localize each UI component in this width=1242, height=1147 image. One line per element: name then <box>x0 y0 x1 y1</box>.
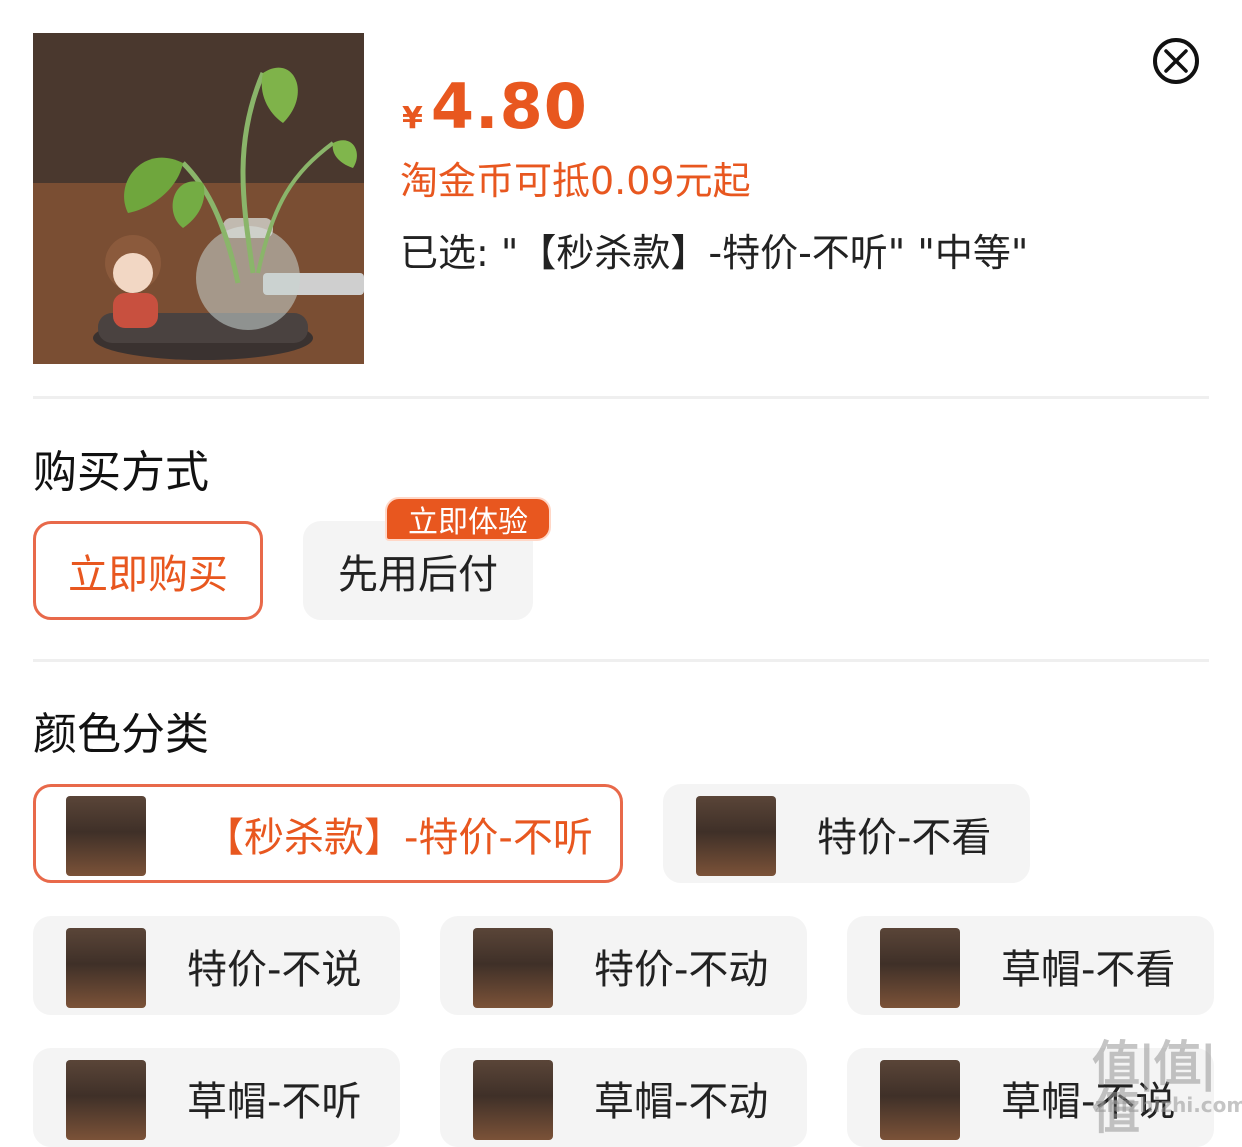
color-option-label: 特价-不动 <box>594 946 769 993</box>
option-thumbnail <box>696 796 776 876</box>
close-button[interactable] <box>1153 38 1199 84</box>
option-thumbnail <box>66 796 146 876</box>
color-option-strawhat-not-hear[interactable]: 草帽-不听 <box>33 1048 400 1147</box>
color-option-seckill-not-hear[interactable]: 【秒杀款】-特价-不听 <box>33 784 623 883</box>
plant-vase-illustration <box>33 33 364 364</box>
pay-later-label: 先用后付 <box>338 551 498 598</box>
color-option-special-not-speak[interactable]: 特价-不说 <box>33 916 400 1015</box>
divider <box>33 396 1209 399</box>
color-option-label: 草帽-不听 <box>187 1078 362 1125</box>
option-thumbnail <box>880 1060 960 1140</box>
color-option-label: 草帽-不看 <box>1001 946 1176 993</box>
color-option-special-not-move[interactable]: 特价-不动 <box>440 916 807 1015</box>
coin-deduction-text: 淘金币可抵0.09元起 <box>400 159 751 203</box>
purchase-method-title: 购买方式 <box>33 447 209 498</box>
price-currency-symbol: ¥ <box>402 101 423 136</box>
option-thumbnail <box>473 1060 553 1140</box>
buy-now-label: 立即购买 <box>68 551 228 598</box>
watermark-url: zhizhizhi.com <box>1095 1093 1242 1117</box>
color-option-strawhat-not-move[interactable]: 草帽-不动 <box>440 1048 807 1147</box>
price: ¥ 4.80 <box>402 70 588 143</box>
price-value: 4.80 <box>430 70 588 143</box>
color-option-strawhat-not-see[interactable]: 草帽-不看 <box>847 916 1214 1015</box>
color-option-label: 【秒杀款】-特价-不听 <box>204 814 593 861</box>
color-option-label: 特价-不说 <box>187 946 362 993</box>
color-option-label: 草帽-不动 <box>594 1078 769 1125</box>
divider <box>33 659 1209 662</box>
option-thumbnail <box>473 928 553 1008</box>
watermark-logo: 值|值|值 <box>1092 1036 1217 1140</box>
color-option-special-not-see[interactable]: 特价-不看 <box>663 784 1030 883</box>
buy-now-button[interactable]: 立即购买 <box>33 521 263 620</box>
option-thumbnail <box>66 928 146 1008</box>
product-image[interactable] <box>33 33 364 364</box>
option-thumbnail <box>66 1060 146 1140</box>
try-now-badge: 立即体验 <box>385 497 551 541</box>
color-option-label: 特价-不看 <box>817 814 992 861</box>
close-icon <box>1164 49 1188 73</box>
selected-summary: 已选: "【秒杀款】-特价-不听" "中等" <box>400 231 1029 275</box>
option-thumbnail <box>880 928 960 1008</box>
color-category-title: 颜色分类 <box>33 709 209 760</box>
